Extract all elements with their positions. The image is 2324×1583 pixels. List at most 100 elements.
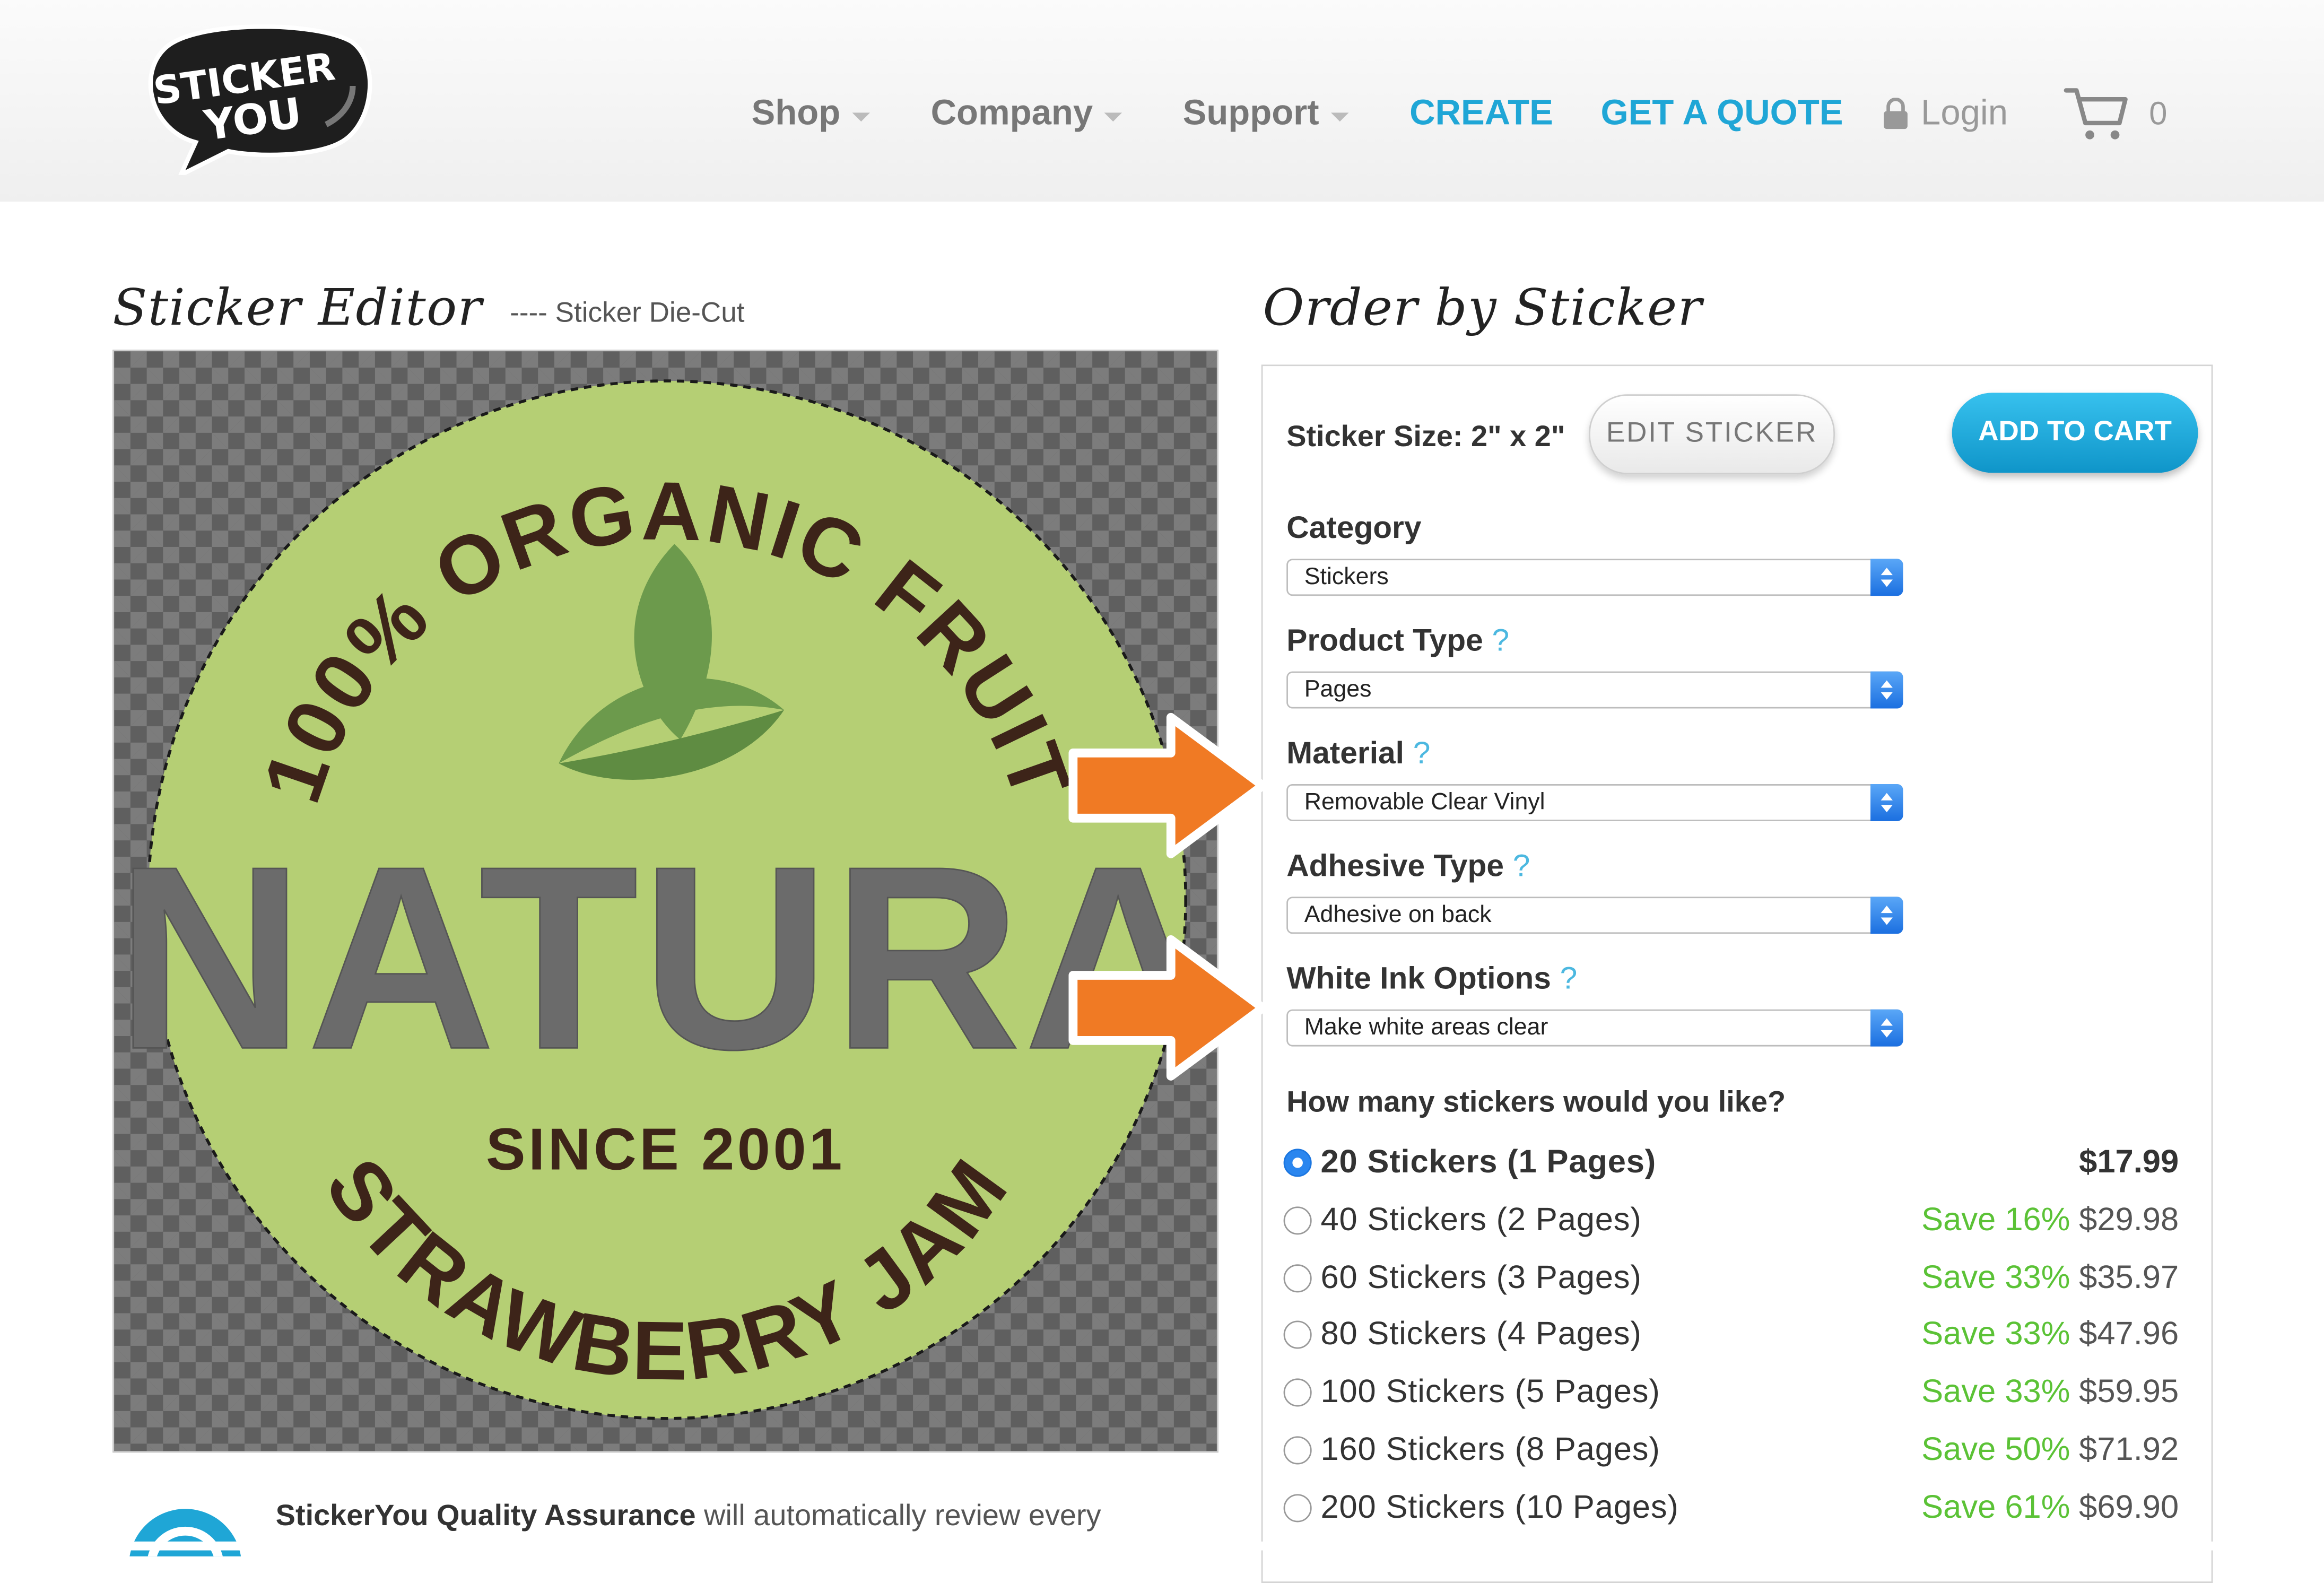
nav-support-label: Support <box>1182 93 1319 134</box>
help-icon[interactable]: ? <box>1413 737 1431 771</box>
nav-support[interactable]: Support <box>1183 89 1349 140</box>
product-type-value: Pages <box>1304 677 1372 703</box>
callout-arrow-icon <box>1068 935 1267 1081</box>
nav-company[interactable]: Company <box>930 89 1123 140</box>
quantity-price: $35.97 <box>2079 1257 2179 1295</box>
nav-shop-label: Shop <box>751 93 841 134</box>
quality-assurance-strong: StickerYou Quality Assurance <box>275 1500 696 1533</box>
white-ink-options-select[interactable]: Make white areas clear <box>1286 1009 1903 1047</box>
help-icon[interactable]: ? <box>1492 624 1510 658</box>
quantity-label: 60 Stickers (3 Pages) <box>1320 1257 1642 1295</box>
white-ink-options-label-text: White Ink Options <box>1286 962 1551 996</box>
nav-create[interactable]: CREATE <box>1409 89 1553 140</box>
savings-badge: Save 61% <box>1921 1488 2070 1525</box>
chevron-down-icon <box>852 111 871 121</box>
sticker-preview: 100% ORGANIC FRUIT NATURA SINCE 2001 STR… <box>115 379 1215 1420</box>
quantity-price-group: Save 33% $47.96 <box>1921 1315 2179 1354</box>
add-to-cart-button[interactable]: ADD TO CART <box>1952 393 2198 473</box>
nav-login[interactable]: Login <box>1882 89 2008 140</box>
quantity-option[interactable]: 20 Stickers (1 Pages) $17.99 <box>1283 1143 2179 1187</box>
quantity-label: 20 Stickers (1 Pages) <box>1320 1143 1657 1180</box>
quantity-price: $71.92 <box>2079 1430 2179 1468</box>
quantity-radio[interactable] <box>1283 1206 1312 1234</box>
adhesive-type-select[interactable]: Adhesive on back <box>1286 897 1903 934</box>
help-icon[interactable]: ? <box>1513 849 1530 883</box>
help-icon[interactable]: ? <box>1560 962 1578 996</box>
site-header: STICKER YOU Shop Company Support CREATE … <box>0 0 2324 202</box>
quantity-price-group: Save 50% $71.92 <box>1921 1430 2179 1469</box>
quantity-option[interactable]: 60 Stickers (3 Pages) Save 33% $35.97 <box>1283 1257 2179 1302</box>
adhesive-type-label-text: Adhesive Type <box>1286 849 1504 884</box>
cart-count: 0 <box>2149 94 2168 132</box>
quality-assurance-text: StickerYou Quality Assurance will automa… <box>276 1500 1101 1534</box>
order-panel-title: Order by Sticker <box>1263 279 1703 338</box>
quantity-radio[interactable] <box>1283 1321 1312 1350</box>
category-select[interactable]: Stickers <box>1286 559 1903 596</box>
nav-get-a-quote[interactable]: GET A QUOTE <box>1601 89 1843 140</box>
product-type-select[interactable]: Pages <box>1286 671 1903 709</box>
quality-assurance-rest: will automatically review every <box>695 1500 1101 1533</box>
product-type-label: Product Type? <box>1286 624 1509 659</box>
white-ink-options-label: White Ink Options? <box>1286 962 1577 997</box>
quantity-radio[interactable] <box>1283 1264 1312 1292</box>
quantity-price: $69.90 <box>2079 1488 2179 1525</box>
quantity-label: 160 Stickers (8 Pages) <box>1320 1430 1660 1468</box>
quantity-price-group: Save 61% $69.90 <box>1921 1488 2179 1527</box>
cart-icon <box>2064 88 2128 140</box>
savings-badge: Save 33% <box>1921 1315 2070 1353</box>
quantity-question: How many stickers would you like? <box>1286 1086 1786 1119</box>
material-label: Material? <box>1286 737 1430 772</box>
lock-icon <box>1884 98 1908 129</box>
quantity-label: 100 Stickers (5 Pages) <box>1320 1372 1660 1410</box>
quantity-radio[interactable] <box>1283 1149 1312 1177</box>
quantity-radio[interactable] <box>1283 1493 1312 1522</box>
quantity-label: 40 Stickers (2 Pages) <box>1320 1200 1642 1238</box>
material-select[interactable]: Removable Clear Vinyl <box>1286 784 1903 821</box>
die-cut-legend: ---- Sticker Die-Cut <box>510 298 745 329</box>
nav-login-label: Login <box>1921 93 2008 134</box>
quantity-option[interactable]: 40 Stickers (2 Pages) Save 16% $29.98 <box>1283 1200 2179 1245</box>
quantity-label: 80 Stickers (4 Pages) <box>1320 1315 1642 1353</box>
select-stepper-icon <box>1870 671 1903 709</box>
product-type-label-text: Product Type <box>1286 624 1483 658</box>
chevron-down-icon <box>1104 111 1123 121</box>
adhesive-type-value: Adhesive on back <box>1304 902 1492 928</box>
select-stepper-icon <box>1870 897 1903 934</box>
quantity-price-group: Save 33% $59.95 <box>1921 1373 2179 1412</box>
quantity-radio[interactable] <box>1283 1436 1312 1465</box>
select-stepper-icon <box>1870 1009 1903 1047</box>
quantity-price-group: Save 16% $29.98 <box>1921 1201 2179 1239</box>
nav-shop[interactable]: Shop <box>752 89 871 140</box>
quantity-radio[interactable] <box>1283 1378 1312 1407</box>
savings-badge: Save 33% <box>1921 1257 2070 1295</box>
edit-sticker-button[interactable]: EDIT STICKER <box>1589 394 1835 475</box>
quantity-price: $17.99 <box>2079 1143 2179 1180</box>
quantity-option[interactable]: 200 Stickers (10 Pages) Save 61% $69.90 <box>1283 1488 2179 1533</box>
quantity-price: $47.96 <box>2079 1315 2179 1353</box>
savings-badge: Save 33% <box>1921 1372 2070 1410</box>
savings-badge: Save 50% <box>1921 1430 2070 1468</box>
quantity-option[interactable]: 100 Stickers (5 Pages) Save 33% $59.95 <box>1283 1372 2179 1417</box>
select-stepper-icon <box>1870 559 1903 596</box>
quantity-label: 200 Stickers (10 Pages) <box>1320 1488 1679 1525</box>
material-value: Removable Clear Vinyl <box>1304 790 1545 815</box>
quantity-price-group: Save 33% $35.97 <box>1921 1258 2179 1297</box>
stickeryou-logo[interactable]: STICKER YOU <box>136 21 373 175</box>
since-text: SINCE 2001 <box>486 1116 845 1182</box>
nav-cart[interactable]: 0 <box>2063 88 2168 140</box>
sticker-editor-title: Sticker Editor <box>112 279 483 338</box>
savings-badge: Save 16% <box>1921 1200 2070 1238</box>
quantity-option[interactable]: 80 Stickers (4 Pages) Save 33% $47.96 <box>1283 1315 2179 1360</box>
page-fold <box>0 1541 2324 1551</box>
quantity-price-group: $17.99 <box>2079 1143 2179 1181</box>
select-stepper-icon <box>1870 784 1903 821</box>
brand-text: NATURA <box>116 812 1215 1103</box>
category-value: Stickers <box>1304 564 1389 590</box>
quantity-price: $29.98 <box>2079 1200 2179 1238</box>
category-label: Category <box>1286 511 1421 547</box>
nav-company-label: Company <box>930 93 1093 134</box>
category-label-text: Category <box>1286 511 1422 546</box>
quantity-option[interactable]: 160 Stickers (8 Pages) Save 50% $71.92 <box>1283 1430 2179 1475</box>
white-ink-options-value: Make white areas clear <box>1304 1015 1548 1041</box>
sticker-editor-canvas[interactable]: 100% ORGANIC FRUIT NATURA SINCE 2001 STR… <box>112 350 1218 1453</box>
